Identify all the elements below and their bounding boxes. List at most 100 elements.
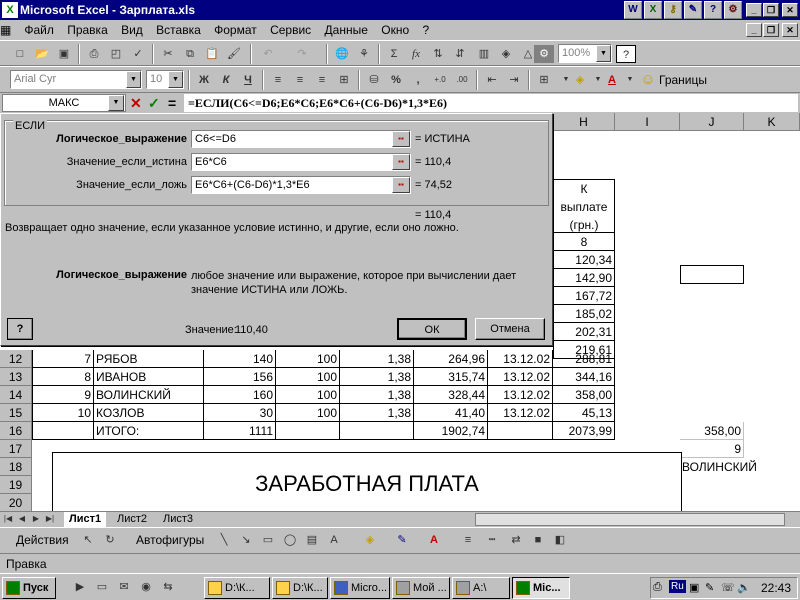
cancel-button[interactable]: Отмена: [475, 318, 545, 340]
cell-name[interactable]: ИВАНОВ: [94, 368, 204, 386]
cell-g[interactable]: [488, 422, 553, 440]
first-sheet-icon[interactable]: |◀: [2, 512, 14, 526]
cell-num[interactable]: 10: [32, 404, 94, 422]
dash-style-icon[interactable]: ┅: [482, 531, 502, 549]
cell-j17[interactable]: 9: [680, 440, 744, 458]
menu-edit[interactable]: Правка: [62, 20, 113, 40]
cell-g[interactable]: 13.12.02: [488, 368, 553, 386]
copy-icon[interactable]: ⧉: [180, 45, 200, 63]
col-header-i[interactable]: I: [615, 113, 680, 131]
explorer-icon[interactable]: ◉: [136, 578, 156, 596]
percent-button[interactable]: %: [386, 71, 406, 89]
volume-icon[interactable]: 🔈: [737, 581, 751, 594]
cell-num[interactable]: 7: [32, 350, 94, 368]
borders-label[interactable]: Границы: [659, 71, 707, 89]
cell-f[interactable]: 1902,74: [414, 422, 488, 440]
task-folder-2[interactable]: D:\К...: [272, 577, 328, 599]
rectangle-icon[interactable]: ▭: [258, 531, 278, 549]
web-toolbar-icon[interactable]: ⚘: [354, 45, 374, 63]
task-my-computer[interactable]: Мой ...: [392, 577, 450, 599]
cell-d[interactable]: [276, 422, 340, 440]
font-color-icon[interactable]: A: [602, 71, 622, 89]
cell-c[interactable]: 30: [204, 404, 276, 422]
paste-icon[interactable]: 📋: [202, 45, 222, 63]
tray-phone-icon[interactable]: ☏: [721, 581, 735, 594]
cancel-formula-button[interactable]: ✕: [130, 93, 146, 113]
rotate-icon[interactable]: ↻: [100, 531, 120, 549]
align-center-icon[interactable]: ≡: [290, 71, 310, 89]
arg-input-true[interactable]: E6*C6 ▪▪: [191, 153, 411, 171]
cell-c[interactable]: 160: [204, 386, 276, 404]
smiley-icon[interactable]: ☺: [638, 71, 658, 89]
cell-h[interactable]: 344,16: [553, 368, 615, 386]
row-header[interactable]: 18: [0, 458, 32, 476]
key-icon[interactable]: ⚷: [664, 1, 682, 19]
cell-e[interactable]: 1,38: [340, 350, 414, 368]
3d-icon[interactable]: ◧: [550, 531, 570, 549]
next-sheet-icon[interactable]: ▶: [30, 512, 42, 526]
row-header[interactable]: 12: [0, 350, 32, 368]
hyperlink-icon[interactable]: 🌐: [332, 45, 352, 63]
menu-window[interactable]: Окно: [376, 20, 414, 40]
cell-d[interactable]: 100: [276, 368, 340, 386]
office-assistant-icon[interactable]: ⚙: [534, 45, 554, 63]
font-select[interactable]: Arial Cyr ▼: [10, 70, 142, 89]
font-size-select[interactable]: 10 ▼: [146, 70, 184, 89]
cell-f[interactable]: 315,74: [414, 368, 488, 386]
h-header-cell[interactable]: К выплате (грн.): [553, 179, 615, 233]
row-header[interactable]: 19: [0, 476, 32, 494]
quicklaunch-icon[interactable]: ▶: [70, 578, 90, 596]
outlook-icon[interactable]: ✉: [114, 578, 134, 596]
actions-menu[interactable]: Действия: [16, 533, 69, 547]
align-right-icon[interactable]: ≡: [312, 71, 332, 89]
menu-insert[interactable]: Вставка: [151, 20, 206, 40]
preview-icon[interactable]: ◰: [106, 45, 126, 63]
col-header-h[interactable]: H: [553, 113, 615, 131]
h-value-9[interactable]: 185,02: [553, 305, 615, 323]
underline-button[interactable]: Ч: [238, 71, 258, 89]
cell-g[interactable]: 13.12.02: [488, 404, 553, 422]
help-button-icon[interactable]: ?: [616, 45, 636, 63]
cell-e[interactable]: [340, 422, 414, 440]
cell-name[interactable]: КОЗЛОВ: [94, 404, 204, 422]
row-header[interactable]: 13: [0, 368, 32, 386]
sort-desc-icon[interactable]: ⇵: [450, 45, 470, 63]
row-header[interactable]: 20: [0, 494, 32, 511]
cell-h[interactable]: 45,13: [553, 404, 615, 422]
shadow-icon[interactable]: ■: [528, 531, 548, 549]
textbox-icon[interactable]: ▤: [302, 531, 322, 549]
col-header-k[interactable]: K: [744, 113, 800, 131]
prev-sheet-icon[interactable]: ◀: [16, 512, 28, 526]
italic-button[interactable]: К: [216, 71, 236, 89]
spelling-icon[interactable]: ✓: [128, 45, 148, 63]
cell-f[interactable]: 264,96: [414, 350, 488, 368]
row-header[interactable]: 14: [0, 386, 32, 404]
align-left-icon[interactable]: ≡: [268, 71, 288, 89]
cell-name[interactable]: ИТОГО:: [94, 422, 204, 440]
decrease-decimal-icon[interactable]: .00: [452, 71, 472, 89]
menu-data[interactable]: Данные: [320, 20, 373, 40]
cell-name[interactable]: РЯБОВ: [94, 350, 204, 368]
tab-sheet2[interactable]: Лист2: [112, 512, 152, 527]
menu-view[interactable]: Вид: [116, 20, 148, 40]
equals-button[interactable]: =: [168, 93, 182, 113]
oval-icon[interactable]: ◯: [280, 531, 300, 549]
tray-pen-icon[interactable]: ✎: [705, 581, 714, 594]
bold-button[interactable]: Ж: [194, 71, 214, 89]
h-value-6[interactable]: 120,34: [553, 251, 615, 269]
line-color-icon[interactable]: ✎: [392, 531, 412, 549]
cell-num[interactable]: 8: [32, 368, 94, 386]
menu-tools[interactable]: Сервис: [265, 20, 316, 40]
selected-cell[interactable]: [680, 265, 744, 284]
tray-print-icon[interactable]: ⎙: [653, 581, 662, 594]
map-icon[interactable]: ◈: [496, 45, 516, 63]
cell-h[interactable]: 288,81: [553, 350, 615, 368]
cell-g[interactable]: 13.12.02: [488, 386, 553, 404]
formula-input[interactable]: =ЕСЛИ(C6<=D6;E6*C6;E6*C6+(C6-D6)*1,3*E6): [184, 94, 798, 112]
cell-num[interactable]: 9: [32, 386, 94, 404]
format-painter-icon[interactable]: 🖌: [224, 45, 244, 63]
cell-h[interactable]: 2073,99: [553, 422, 615, 440]
cell-e[interactable]: 1,38: [340, 404, 414, 422]
arg-input-logical[interactable]: C6<=D6 ▪▪: [191, 130, 411, 148]
merge-center-icon[interactable]: ⊞: [334, 71, 354, 89]
